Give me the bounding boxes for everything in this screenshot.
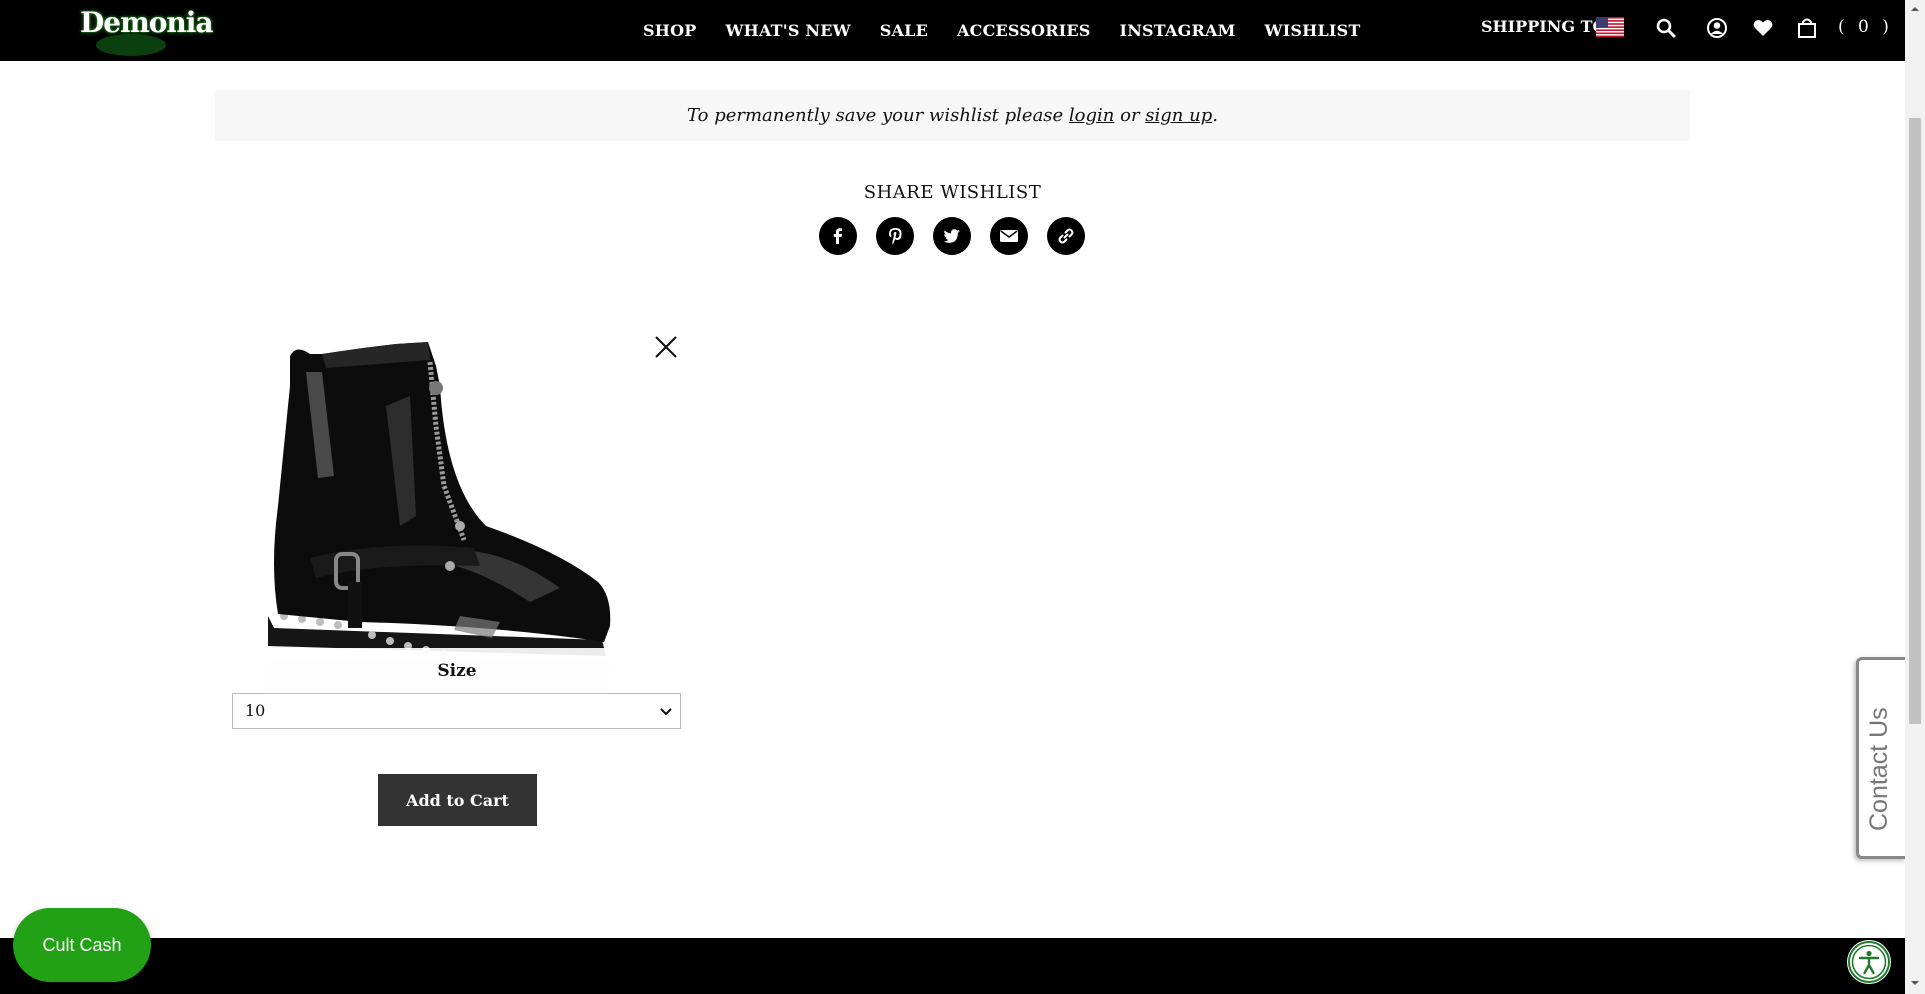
site-header: Demonia SHOP WHAT'S NEW SALE ACCESSORIES… [0,0,1905,61]
shipping-label[interactable]: SHIPPING TO [1481,17,1606,36]
share-buttons [819,217,1085,255]
size-selected-value: 10 [245,701,266,720]
login-link[interactable]: login [1069,105,1114,126]
notice-middle: or [1114,105,1146,126]
nav-sale[interactable]: SALE [880,21,928,40]
nav-wishlist[interactable]: WISHLIST [1265,21,1361,40]
heart-icon[interactable] [1752,17,1774,39]
scrollbar-thumb[interactable] [1909,118,1921,724]
chevron-down-icon [660,708,672,716]
site-footer [0,938,1905,994]
remove-item-close-icon[interactable] [650,331,682,363]
notice-prefix: To permanently save your wishlist please [687,105,1069,126]
contact-us-label: Contact Us [1865,707,1893,831]
share-twitter-button[interactable] [933,217,971,255]
cart-count[interactable]: ( 0 ) [1838,17,1893,37]
nav-accessories[interactable]: ACCESSORIES [957,21,1091,40]
twitter-icon [943,229,960,243]
link-icon [1058,228,1074,244]
logo-text: Demonia [80,6,214,39]
notice-suffix: . [1212,105,1218,126]
search-icon[interactable] [1655,17,1677,39]
email-icon [1000,230,1018,242]
account-icon[interactable] [1706,17,1728,39]
size-label: Size [437,661,477,681]
accessibility-icon[interactable] [1847,940,1891,984]
scroll-down-arrow-icon[interactable] [1909,978,1921,988]
facebook-icon [833,228,842,244]
share-link-button[interactable] [1047,217,1085,255]
pinterest-icon [889,228,902,245]
add-to-cart-button[interactable]: Add to Cart [378,774,537,826]
nav-instagram[interactable]: INSTAGRAM [1120,21,1236,40]
cult-cash-button[interactable]: Cult Cash [13,908,151,982]
share-email-button[interactable] [990,217,1028,255]
wishlist-login-notice: To permanently save your wishlist please… [215,90,1690,141]
nav-shop[interactable]: SHOP [643,21,696,40]
signup-link[interactable]: sign up [1145,105,1212,126]
share-facebook-button[interactable] [819,217,857,255]
us-flag-icon[interactable] [1596,17,1624,37]
scroll-up-arrow-icon[interactable] [1909,4,1921,14]
demonia-logo[interactable]: Demonia [80,4,214,58]
bag-icon[interactable] [1796,17,1818,39]
share-pinterest-button[interactable] [876,217,914,255]
contact-us-tab[interactable]: Contact Us [1856,657,1907,859]
size-select[interactable]: 10 [232,693,681,729]
wishlist-product-card: Size 10 Add to Cart [232,318,684,828]
main-nav: SHOP WHAT'S NEW SALE ACCESSORIES INSTAGR… [643,0,1389,61]
share-wishlist-title: SHARE WISHLIST [863,182,1042,203]
nav-whats-new[interactable]: WHAT'S NEW [725,21,850,40]
